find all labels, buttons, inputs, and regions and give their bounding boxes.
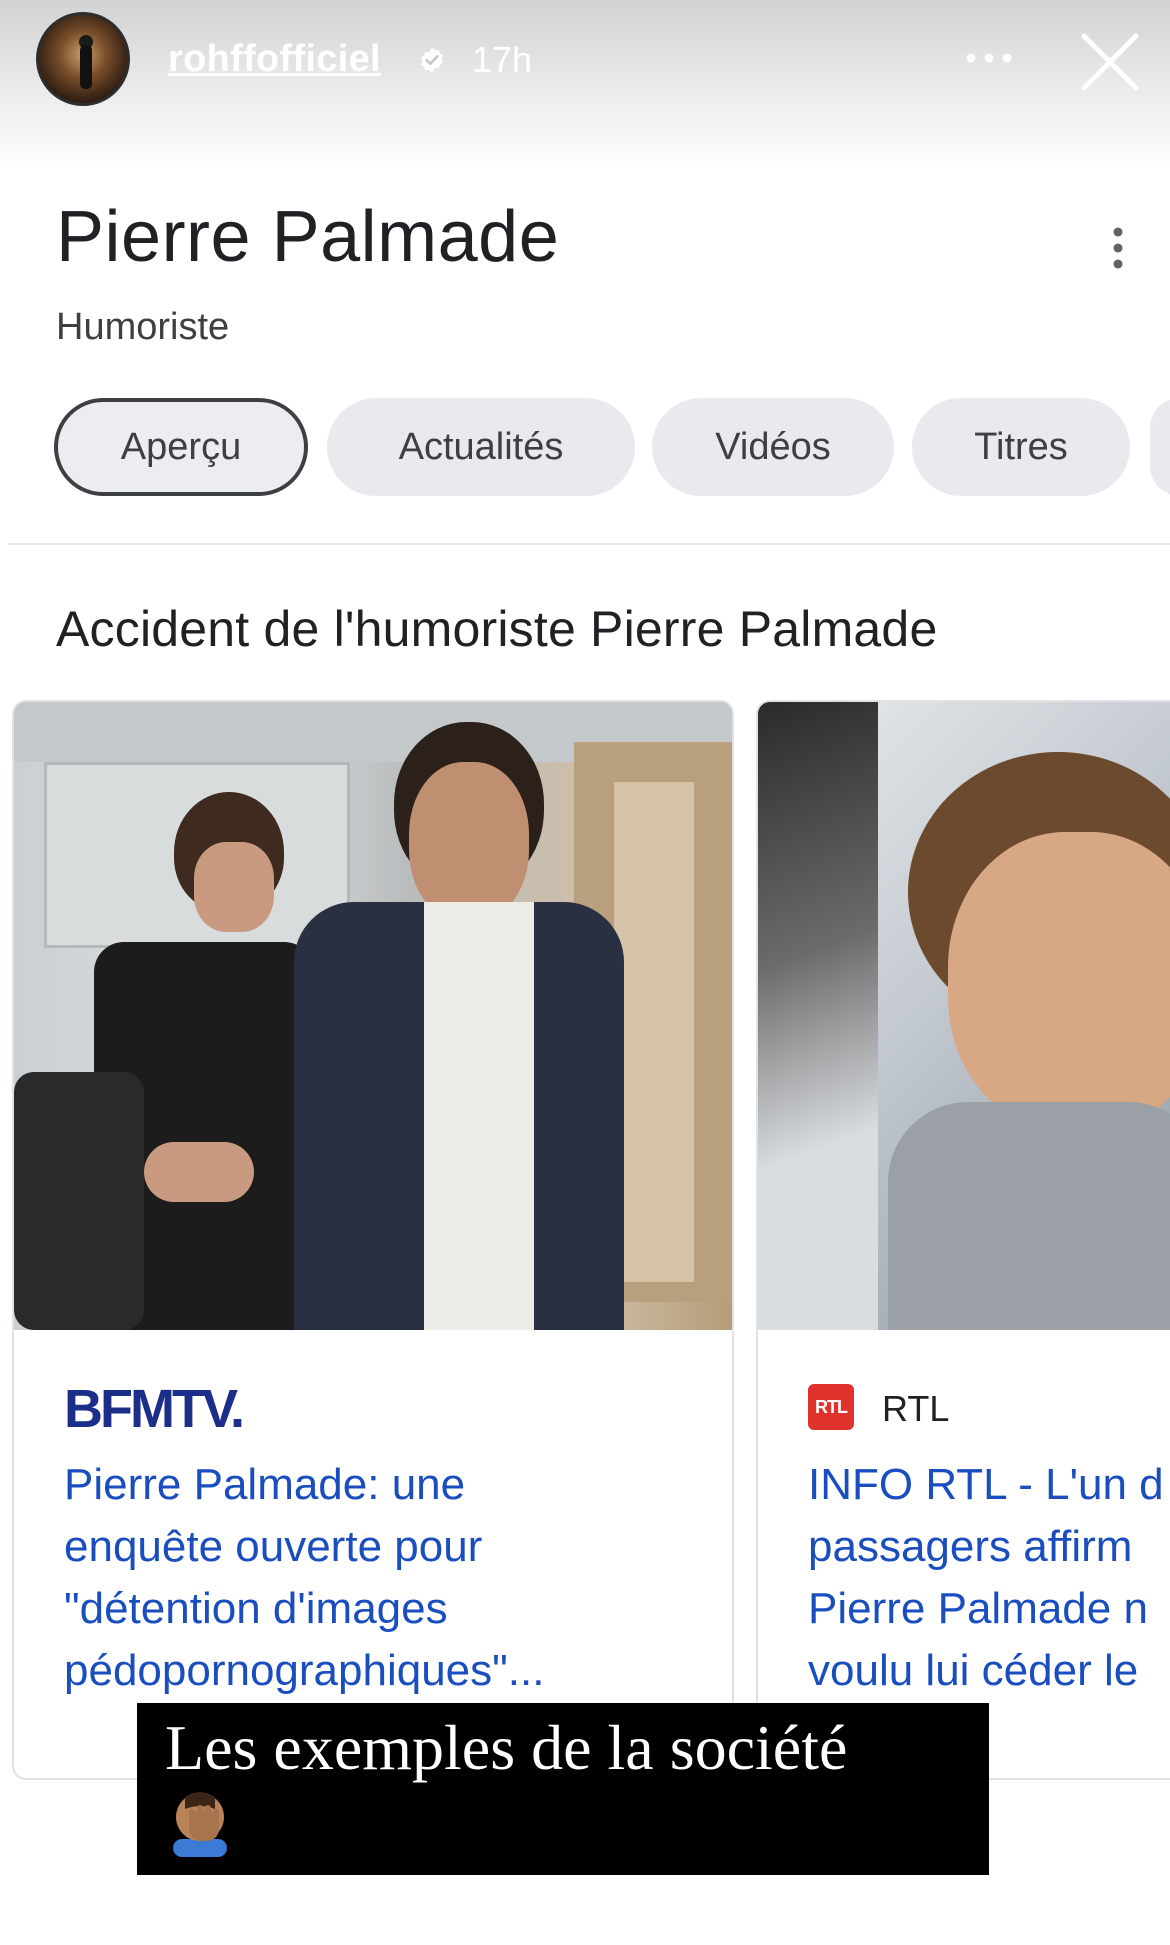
verified-badge-icon (421, 47, 443, 73)
tab-titres[interactable]: Titres (912, 398, 1130, 496)
news-photo (14, 702, 732, 1330)
news-headline[interactable]: Pierre Palmade: une enquête ouverte pour… (64, 1454, 544, 1702)
news-card-rtl[interactable]: RTL RTL INFO RTL - L'un d passagers affi… (756, 700, 1170, 1780)
tab-apercu[interactable]: Aperçu (54, 398, 308, 496)
avatar-figure (80, 45, 92, 89)
kebab-menu-icon[interactable] (1106, 226, 1130, 270)
source-logo-rtl: RTL (808, 1384, 854, 1430)
username-link[interactable]: rohffofficiel (168, 38, 381, 81)
close-icon[interactable] (1078, 30, 1142, 94)
source-logo-bfmtv: BFMTV. (64, 1379, 245, 1439)
tab-next-partial[interactable] (1150, 398, 1170, 496)
facepalm-icon (173, 1792, 227, 1857)
news-card-bfmtv[interactable]: BFMTV. Pierre Palmade: une enquête ouver… (12, 700, 734, 1780)
page-title: Pierre Palmade (56, 197, 560, 277)
story-caption: Les exemples de la société (137, 1703, 989, 1875)
page-subtitle: Humoriste (56, 306, 230, 348)
news-photo (758, 702, 1170, 1330)
tab-actualites[interactable]: Actualités (327, 398, 635, 496)
caption-text: Les exemples de la société (165, 1712, 848, 1783)
divider (8, 543, 1170, 545)
more-horizontal-icon[interactable] (964, 50, 1014, 66)
post-time: 17h (472, 39, 533, 80)
source-name: RTL (882, 1388, 950, 1429)
story-header (0, 0, 1170, 170)
avatar[interactable] (36, 12, 130, 106)
section-title: Accident de l'humoriste Pierre Palmade (56, 601, 938, 657)
tab-videos[interactable]: Vidéos (652, 398, 894, 496)
news-headline[interactable]: INFO RTL - L'un d passagers affirm Pierr… (808, 1454, 1164, 1702)
